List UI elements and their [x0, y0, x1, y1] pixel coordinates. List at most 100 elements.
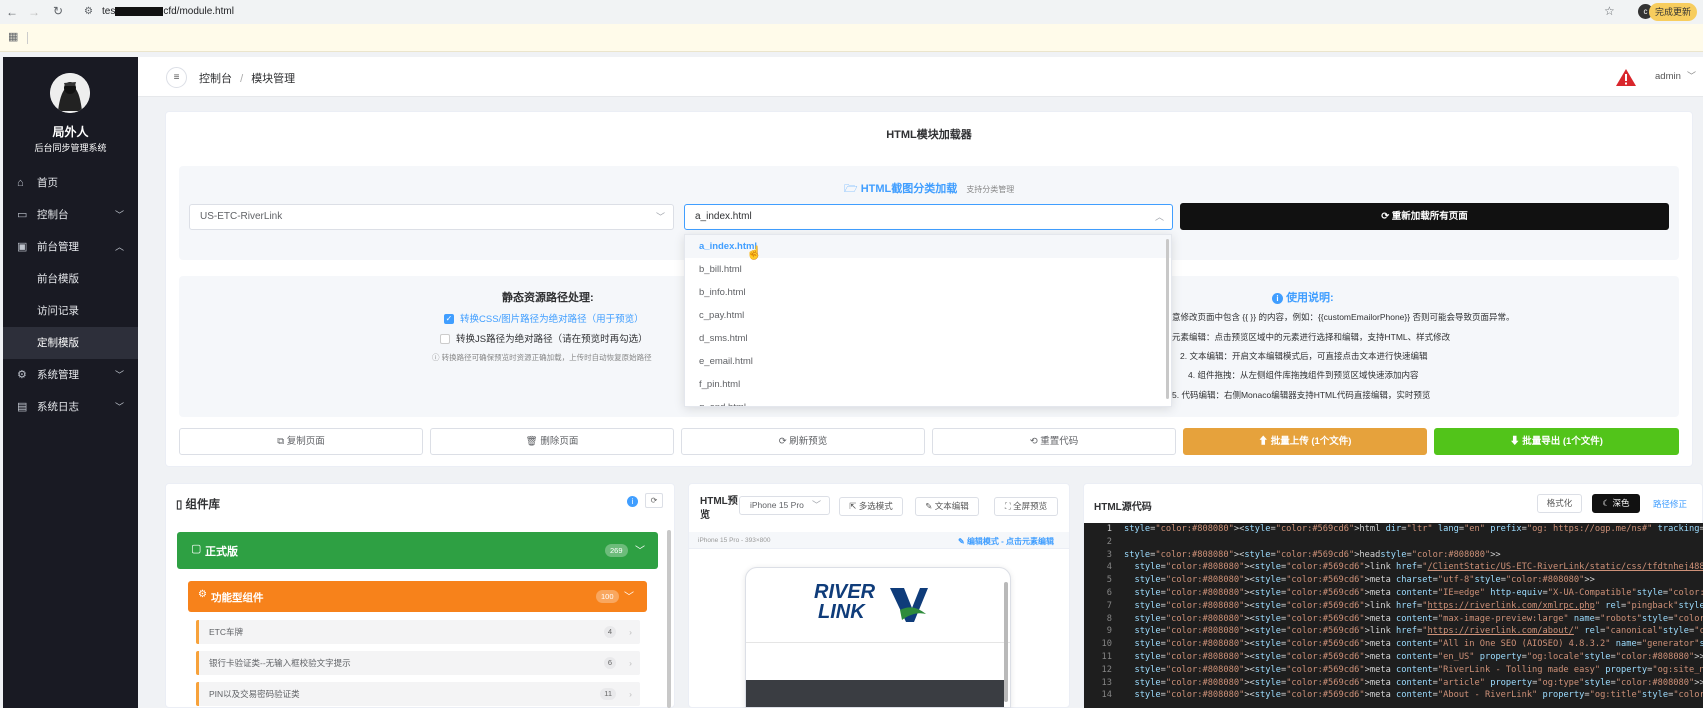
- dropdown-option[interactable]: b_bill.html: [685, 258, 1171, 281]
- breadcrumb: 控制台 / 模块管理: [199, 70, 295, 86]
- download-icon: ⬇: [1510, 436, 1523, 447]
- sidebar-item-visits[interactable]: 访问记录: [3, 295, 138, 327]
- dropdown-option[interactable]: b_info.html: [685, 281, 1171, 304]
- logo-mark-icon: [890, 588, 928, 622]
- batch-export-button[interactable]: ⬇ 批量导出 (1个文件): [1434, 428, 1679, 455]
- gear-icon: ⚙: [198, 589, 207, 600]
- code-line: 2: [1106, 536, 1112, 547]
- usage-line: 元素编辑：点击预览区域中的元素进行选择和编辑，支持HTML、样式修改: [1172, 332, 1451, 342]
- group-main[interactable]: ▢ 正式版 269 ﹀: [177, 532, 658, 569]
- edit-icon: ✎: [925, 501, 935, 511]
- refresh-preview-button[interactable]: ⟳ 刷新预览: [681, 428, 925, 455]
- delete-page-button[interactable]: 🗑 删除页面: [430, 428, 674, 455]
- list-item[interactable]: 银行卡验证类--无输入框校验文字提示 6 ›: [196, 651, 640, 675]
- document-icon: ▤: [17, 401, 28, 413]
- breadcrumb-item[interactable]: 控制台: [199, 73, 232, 85]
- breadcrumb-current: 模块管理: [251, 73, 296, 85]
- checkbox-unchecked[interactable]: [440, 334, 450, 345]
- dropdown-option[interactable]: d_sms.html: [685, 327, 1171, 350]
- refresh-small-icon[interactable]: ⟳: [645, 493, 663, 508]
- refresh-icon: ⟳: [1381, 211, 1392, 222]
- home-icon: ⌂: [17, 177, 24, 189]
- code-line: 8 style="color:#808080"><style="color:#5…: [1084, 613, 1703, 626]
- apps-icon[interactable]: ▦: [8, 30, 18, 43]
- sidebar-item-templates[interactable]: 前台模版: [3, 263, 138, 295]
- section-title-row: 🗁 HTML截图分类加载 支持分类管理: [844, 180, 1014, 199]
- reload-all-button[interactable]: ⟳ 重新加载所有页面: [1180, 203, 1669, 230]
- checkbox-checked[interactable]: ✓: [444, 314, 454, 325]
- user-menu[interactable]: admin: [1655, 71, 1681, 82]
- reset-code-button[interactable]: ⟲ 重置代码: [932, 428, 1176, 455]
- update-button[interactable]: 完成更新: [1648, 3, 1697, 21]
- chevron-down-icon: ﹀: [811, 500, 821, 510]
- option-absolute-css[interactable]: ✓ 转换CSS/图片路径为绝对路径（用于预览）: [444, 311, 644, 325]
- path-fix-link[interactable]: 路径修正: [1653, 498, 1687, 510]
- chevron-down-icon: ﹀: [635, 546, 645, 557]
- dark-theme-button[interactable]: ☾ 深色: [1592, 494, 1640, 513]
- logo-line: LINK: [818, 601, 865, 623]
- phone-scrollbar[interactable]: [1004, 582, 1008, 702]
- multi-select-button[interactable]: ⇱ 多选模式: [839, 497, 903, 516]
- text-edit-button[interactable]: ✎ 文本编辑: [915, 497, 979, 516]
- section-title: HTML截图分类加载: [860, 183, 958, 195]
- group-count-badge: 100: [596, 590, 619, 603]
- list-item[interactable]: PIN以及交易密码验证类 11 ›: [196, 682, 640, 706]
- option-absolute-js[interactable]: 转换JS路径为绝对路径（请在预览时再勾选）: [440, 331, 648, 345]
- sidebar-item-custom-templates[interactable]: 定制模版: [3, 327, 138, 359]
- code-line: 6 style="color:#808080"><style="color:#5…: [1084, 587, 1703, 600]
- menu-toggle-icon[interactable]: ≡: [166, 67, 187, 88]
- dropdown-option[interactable]: c_pay.html: [685, 304, 1171, 327]
- dropdown-option[interactable]: e_email.html: [685, 350, 1171, 373]
- browser-toolbar: ← → ↻ ⚙ tes cfd/module.html ☆ c 完成更新: [0, 0, 1703, 24]
- source-title: HTML源代码: [1094, 502, 1152, 513]
- warning-icon[interactable]: [1615, 68, 1637, 87]
- dropdown-option[interactable]: g_end.html: [685, 396, 1171, 406]
- copy-page-button[interactable]: ⧉ 复制页面: [179, 428, 423, 455]
- device-select[interactable]: iPhone 15 Pro ﹀: [739, 496, 830, 515]
- upload-icon: ⬆: [1258, 436, 1271, 447]
- sidebar-item-home[interactable]: ⌂ 首页: [3, 167, 138, 199]
- code-text: style="color:#808080"><style="color:#569…: [1134, 613, 1703, 624]
- sidebar: 局外人 后台同步管理系统 ⌂ 首页 ▭ 控制台 ﹀ ▣ 前台管理 ︿ 前台模版 访问记录 …: [3, 57, 138, 708]
- sidebar-item-logs[interactable]: ▤ 系统日志 ﹀: [3, 391, 138, 423]
- pencil-icon: ✎: [958, 537, 967, 546]
- sidebar-item-console[interactable]: ▭ 控制台 ﹀: [3, 199, 138, 231]
- dropdown-scrollbar[interactable]: [1166, 239, 1169, 399]
- section-subtitle: 支持分类管理: [966, 185, 1015, 194]
- reload-icon[interactable]: ↻: [48, 4, 68, 18]
- chevron-down-icon[interactable]: ﹀: [1687, 69, 1696, 82]
- group-functional[interactable]: ⚙ 功能型组件 100 ﹀: [188, 581, 647, 612]
- usage-line: 5. 代码编辑：右侧Monaco编辑器支持HTML代码直接编辑，实时预览: [1172, 390, 1431, 400]
- code-editor[interactable]: 1 style="color:#808080"><style="color:#56…: [1084, 523, 1703, 708]
- components-scrollbar[interactable]: [667, 530, 671, 708]
- usage-line: 意修改页面中包含 {{ }} 的内容，例如：{{customEmailorPho…: [1172, 312, 1515, 322]
- code-text: style="color:#808080"><style="color:#569…: [1134, 690, 1703, 701]
- chevron-right-icon: ›: [629, 658, 632, 668]
- dropdown-option[interactable]: f_pin.html: [685, 373, 1171, 396]
- site-info-icon[interactable]: ⚙: [84, 3, 93, 21]
- sidebar-item-frontend[interactable]: ▣ 前台管理 ︿: [3, 231, 138, 263]
- url-prefix: tes: [102, 6, 116, 17]
- phone-frame: RIVER LINK: [745, 567, 1011, 708]
- bookmark-star-icon[interactable]: ☆: [1604, 4, 1615, 18]
- preview-title: HTML预览: [700, 496, 738, 521]
- info-circle-icon[interactable]: i: [627, 496, 638, 507]
- batch-upload-button[interactable]: ⬆ 批量上传 (1个文件): [1183, 428, 1427, 455]
- fullscreen-button[interactable]: ⛶ 全屏预览: [994, 497, 1058, 516]
- chevron-up-icon: ︿: [1154, 212, 1164, 222]
- forward-icon[interactable]: →: [24, 5, 44, 19]
- format-button[interactable]: 格式化: [1537, 494, 1582, 513]
- reload-all-label: 重新加载所有页面: [1391, 211, 1468, 222]
- code-text: style="color:#808080"><style="color:#569…: [1134, 639, 1703, 650]
- count-badge: 11: [600, 688, 616, 700]
- breadcrumb-separator: /: [240, 73, 244, 85]
- file-select[interactable]: a_index.html ︿: [684, 204, 1173, 230]
- usage-line: 4. 组件拖拽：从左侧组件库拖拽组件到预览区域快速添加内容: [1188, 370, 1419, 380]
- moon-icon: ☾: [1602, 498, 1613, 508]
- category-select[interactable]: US-ETC-RiverLink ﹀: [189, 204, 674, 230]
- back-icon[interactable]: ←: [2, 5, 22, 19]
- list-item[interactable]: ETC车牌 4 ›: [196, 620, 640, 644]
- sidebar-item-system[interactable]: ⚙ 系统管理 ﹀: [3, 359, 138, 391]
- copy-icon: ⧉: [277, 436, 287, 447]
- address-bar[interactable]: ⚙ tes cfd/module.html: [82, 3, 1612, 21]
